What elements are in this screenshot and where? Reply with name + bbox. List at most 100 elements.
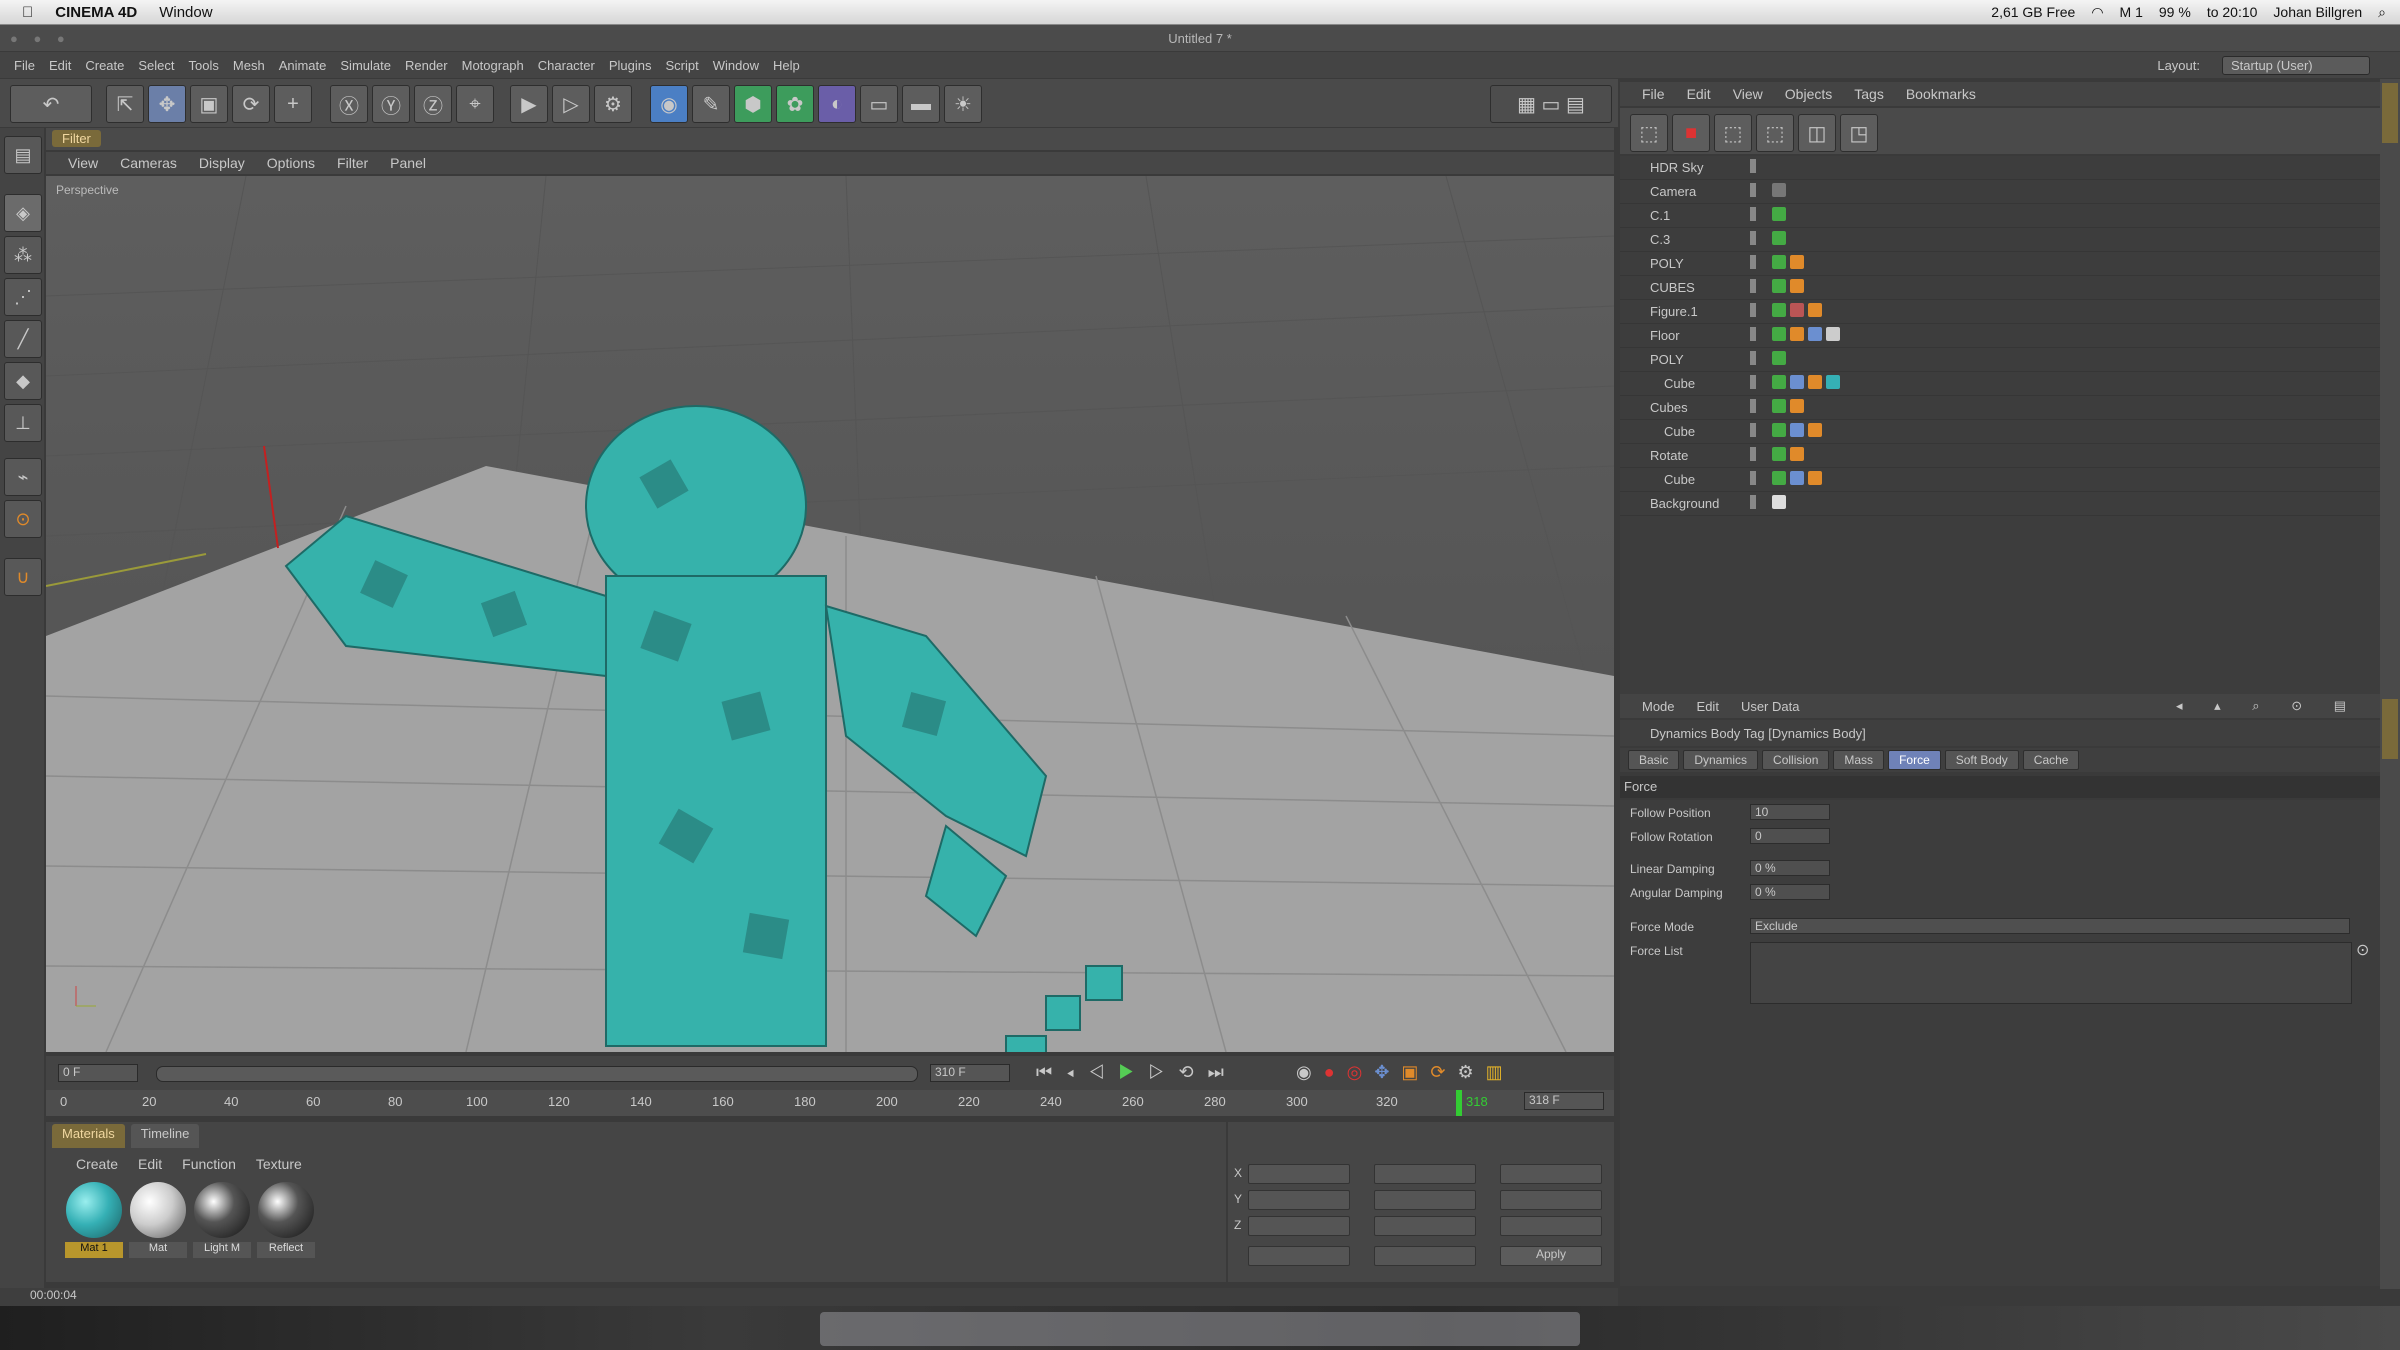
material-tag-icon[interactable]	[1826, 375, 1840, 389]
menubar-clock[interactable]: to 20:10	[2207, 4, 2258, 21]
tab-timeline[interactable]: Timeline	[130, 1124, 200, 1148]
attributes-side-tab[interactable]	[2382, 699, 2398, 759]
mat-menu-texture[interactable]: Texture	[256, 1156, 302, 1172]
visibility-dot[interactable]	[1750, 207, 1756, 221]
viewport-menu-cameras[interactable]: Cameras	[120, 155, 177, 171]
param-key-icon[interactable]: ⚙	[1458, 1062, 1486, 1082]
render-settings-icon[interactable]: ⚙	[594, 85, 632, 123]
z-axis-icon[interactable]: Ⓩ	[414, 85, 452, 123]
follow-rotation-field[interactable]: 0	[1750, 828, 1830, 844]
viewport-menu-panel[interactable]: Panel	[390, 155, 426, 171]
menu-plugins[interactable]: Plugins	[609, 58, 652, 73]
visibility-dot[interactable]	[1750, 303, 1756, 317]
material-label[interactable]: Light M	[193, 1242, 251, 1258]
check-icon[interactable]	[1772, 279, 1786, 293]
menu-file[interactable]: File	[14, 58, 35, 73]
material-swatch[interactable]	[258, 1182, 314, 1238]
tag-icon[interactable]	[1808, 327, 1822, 341]
rotation-p-field[interactable]	[1500, 1190, 1602, 1210]
force-mode-dropdown[interactable]: Exclude	[1750, 918, 2350, 934]
tab-cache[interactable]: Cache	[2022, 750, 2080, 770]
record-icon[interactable]: ◉	[1296, 1062, 1324, 1082]
generator-icon[interactable]: ⬢	[734, 85, 772, 123]
menu-simulate[interactable]: Simulate	[340, 58, 391, 73]
tab-basic[interactable]: Basic	[1628, 750, 1680, 770]
end-frame-field[interactable]: 310 F	[930, 1064, 1010, 1082]
next-frame-icon[interactable]: ▷	[1148, 1062, 1178, 1082]
spline-icon[interactable]: ✎	[692, 85, 730, 123]
menu-animate[interactable]: Animate	[279, 58, 327, 73]
loop-icon[interactable]: ⟲	[1179, 1062, 1208, 1082]
tag-icon[interactable]	[1790, 327, 1804, 341]
preview-range-slider[interactable]	[156, 1066, 918, 1082]
am-menu-user-data[interactable]: User Data	[1741, 699, 1800, 714]
menu-motograph[interactable]: Motograph	[462, 58, 524, 73]
autokey-icon[interactable]: ●	[1324, 1062, 1347, 1082]
menu-mesh[interactable]: Mesh	[233, 58, 265, 73]
viewport-menu-options[interactable]: Options	[267, 155, 315, 171]
am-menu-edit[interactable]: Edit	[1697, 699, 1719, 714]
om-menu-bookmarks[interactable]: Bookmarks	[1906, 86, 1976, 102]
make-editable-icon[interactable]: ▤	[4, 136, 42, 174]
object-row[interactable]: Background	[1620, 492, 2380, 516]
apple-menu-icon[interactable]: 	[22, 4, 33, 21]
workplane-icon[interactable]: ⊙	[4, 500, 42, 538]
goto-start-icon[interactable]: ⏮	[1036, 1062, 1066, 1082]
object-row[interactable]: POLY	[1620, 348, 2380, 372]
rotation-key-icon[interactable]: ⟳	[1430, 1062, 1457, 1082]
tab-soft-body[interactable]: Soft Body	[1944, 750, 2019, 770]
check-icon[interactable]	[1772, 471, 1786, 485]
check-icon[interactable]	[1772, 327, 1786, 341]
om-record-icon[interactable]: ■	[1672, 114, 1710, 152]
object-row[interactable]: Cube	[1620, 420, 2380, 444]
rotate-icon[interactable]: ⟳	[232, 85, 270, 123]
visibility-dot[interactable]	[1750, 447, 1756, 461]
object-row[interactable]: HDR Sky	[1620, 156, 2380, 180]
apply-button[interactable]: Apply	[1500, 1246, 1602, 1266]
viewport-menu-display[interactable]: Display	[199, 155, 245, 171]
om-tool-icon[interactable]: ⬚	[1714, 114, 1752, 152]
move-icon[interactable]: ✥	[148, 85, 186, 123]
battery-percent[interactable]: 99 %	[2159, 4, 2191, 21]
object-row[interactable]: Cubes	[1620, 396, 2380, 420]
om-tool-icon[interactable]: ◳	[1840, 114, 1878, 152]
om-menu-edit[interactable]: Edit	[1687, 86, 1711, 102]
visibility-dot[interactable]	[1750, 399, 1756, 413]
select-icon[interactable]: ⇱	[106, 85, 144, 123]
material-label[interactable]: Reflect	[257, 1242, 315, 1258]
prev-frame-icon[interactable]: ◁	[1088, 1062, 1118, 1082]
object-row[interactable]: Cube	[1620, 468, 2380, 492]
tag-icon[interactable]	[1790, 375, 1804, 389]
visibility-dot[interactable]	[1750, 495, 1756, 509]
viewport-tab[interactable]: Filter	[52, 130, 101, 147]
check-icon[interactable]	[1772, 399, 1786, 413]
object-row[interactable]: C.3	[1620, 228, 2380, 252]
mat-menu-edit[interactable]: Edit	[138, 1156, 162, 1172]
tab-collision[interactable]: Collision	[1762, 750, 1830, 770]
tag-icon[interactable]	[1790, 399, 1804, 413]
material-tag-icon[interactable]	[1826, 327, 1840, 341]
check-icon[interactable]	[1772, 447, 1786, 461]
snap-icon[interactable]: ⌁	[4, 458, 42, 496]
environment-icon[interactable]: ◐	[818, 85, 856, 123]
undo-icon[interactable]: ↶	[10, 85, 92, 123]
app-menu[interactable]: CINEMA 4D	[55, 4, 137, 21]
linear-damping-field[interactable]: 0 %	[1750, 860, 1830, 876]
scale-key-icon[interactable]: ▣	[1401, 1062, 1430, 1082]
material-tag-icon[interactable]	[1772, 495, 1786, 509]
tag-icon[interactable]	[1790, 423, 1804, 437]
tag-icon[interactable]	[1790, 471, 1804, 485]
points-mode-icon[interactable]: ⋰	[4, 278, 42, 316]
menu-help[interactable]: Help	[773, 58, 800, 73]
om-menu-view[interactable]: View	[1733, 86, 1763, 102]
visibility-dot[interactable]	[1750, 231, 1756, 245]
material-label[interactable]: Mat 1	[65, 1242, 123, 1258]
position-key-icon[interactable]: ✥	[1374, 1062, 1401, 1082]
goto-end-icon[interactable]: ⏭	[1208, 1062, 1238, 1082]
tag-icon[interactable]	[1790, 279, 1804, 293]
list-options-icon[interactable]: ⊙	[2356, 940, 2369, 960]
menu-render[interactable]: Render	[405, 58, 448, 73]
render-view-icon[interactable]: ▶	[510, 85, 548, 123]
force-list-box[interactable]	[1750, 942, 2352, 1004]
angular-damping-field[interactable]: 0 %	[1750, 884, 1830, 900]
